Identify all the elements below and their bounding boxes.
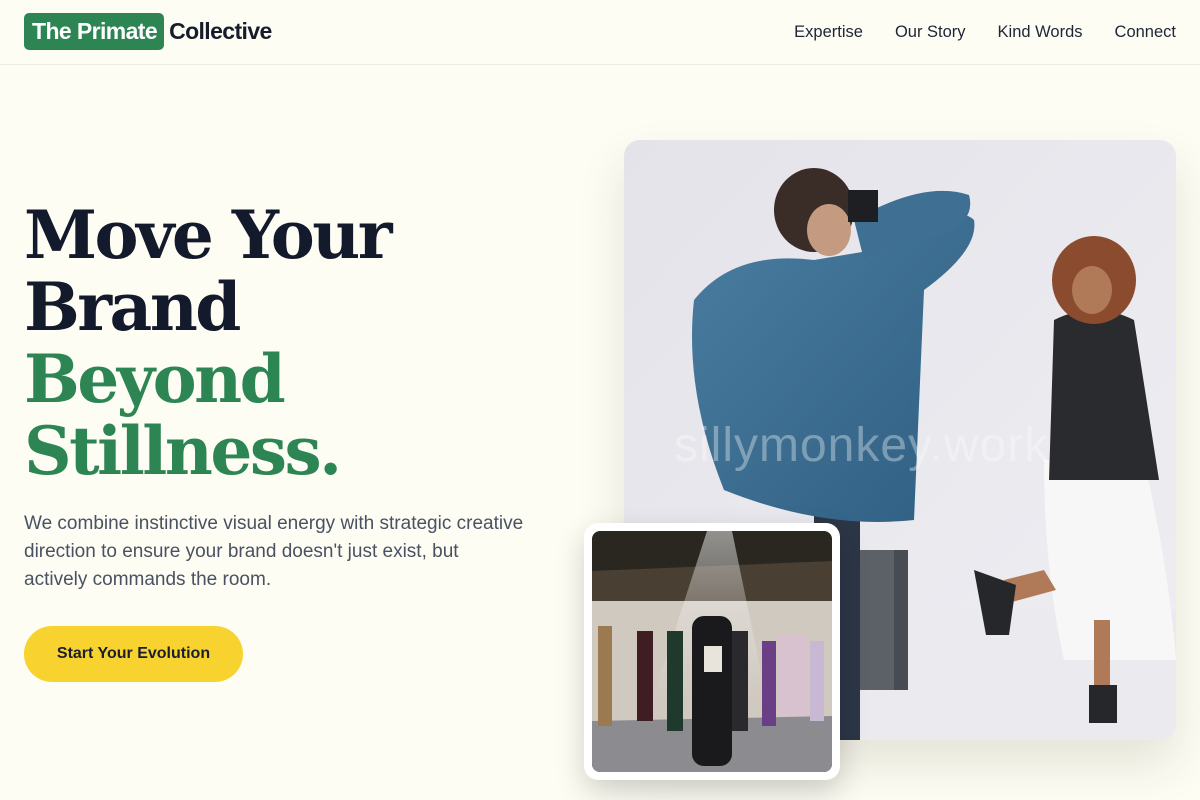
exhibition-photo bbox=[592, 531, 832, 772]
headline-line-1: Move Your bbox=[24, 196, 393, 274]
brand-logo[interactable]: The Primate Collective bbox=[24, 13, 272, 50]
nav-link-connect[interactable]: Connect bbox=[1115, 21, 1176, 43]
headline-accent-line-1: Beyond bbox=[24, 340, 286, 418]
logo-highlight: The Primate bbox=[24, 13, 165, 50]
photo-watermark: sillymonkey.work bbox=[674, 419, 1050, 472]
hero-subtext: We combine instinctive visual energy wit… bbox=[24, 513, 524, 590]
nav-link-our-story[interactable]: Our Story bbox=[895, 21, 966, 43]
headline-line-2: Brand bbox=[24, 268, 241, 346]
main-nav: Expertise Our Story Kind Words Connect bbox=[794, 21, 1176, 43]
headline-accent-line-2: Stillness. bbox=[24, 412, 342, 490]
start-evolution-button[interactable]: Start Your Evolution bbox=[24, 626, 243, 682]
hero-headline: Move Your Brand Beyond Stillness. bbox=[24, 199, 544, 487]
landing-page: The Primate Collective Expertise Our Sto… bbox=[0, 0, 1200, 800]
nav-link-kind-words[interactable]: Kind Words bbox=[998, 21, 1083, 43]
exhibition-photo-illustration bbox=[592, 531, 832, 772]
logo-text: Collective bbox=[169, 18, 272, 44]
secondary-photo-card bbox=[584, 523, 840, 780]
nav-link-expertise[interactable]: Expertise bbox=[794, 21, 863, 43]
site-header: The Primate Collective Expertise Our Sto… bbox=[0, 0, 1200, 65]
